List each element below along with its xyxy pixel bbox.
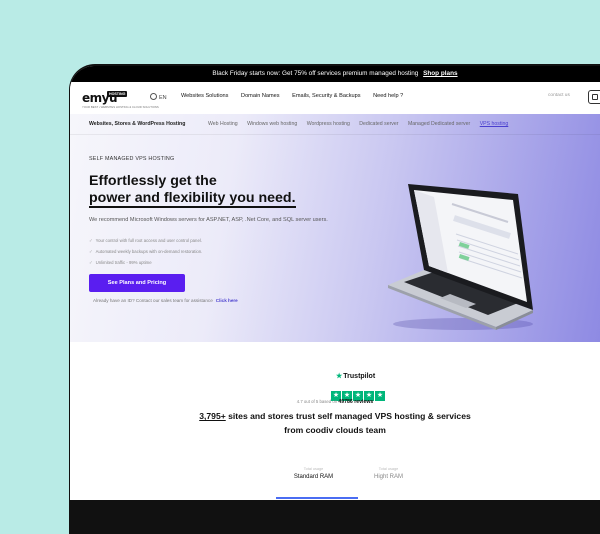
stat-text-2: from coodiv clouds team — [284, 425, 386, 435]
stat-text: sites and stores trust self managed VPS … — [228, 411, 471, 421]
tab-label: Standard RAM — [293, 474, 334, 480]
language-label: EN — [159, 95, 167, 101]
headline-line-2: power and flexibility you need. — [89, 190, 296, 208]
rating-text: 4.7 out of 5 based on — [296, 399, 338, 404]
promo-text: Black Friday starts now: Get 75% off ser… — [212, 70, 419, 77]
trustpilot-brand: Trustpilot — [343, 373, 376, 380]
nav-item-emails-security[interactable]: Emails, Security & Backups — [292, 93, 360, 99]
nav-item-need-help[interactable]: Need help ? — [373, 93, 403, 99]
hero-section: Websites, Stores & WordPress Hosting Web… — [70, 114, 600, 342]
click-here-link[interactable]: Click here — [216, 298, 238, 303]
browser-screen: Black Friday starts now: Get 75% off ser… — [70, 66, 600, 500]
cta-note-text: Already have an ID? Contact our sales te… — [93, 298, 213, 303]
subnav-links: Web Hosting Windows web hosting Wordpres… — [208, 121, 516, 127]
headline-line-1: Effortlessly get the — [89, 173, 217, 189]
trustpilot-star-icon: ★ — [336, 373, 343, 380]
hero-headline: Effortlessly get the power and flexibili… — [89, 173, 389, 208]
hero-bullets: Your control with full root access and u… — [89, 235, 203, 268]
trustpilot-rating: 4.7 out of 5 based on 49786 reviews — [70, 399, 600, 405]
trust-statement: 3,795+ sites and stores trust self manag… — [70, 409, 600, 437]
laptop-image — [388, 184, 533, 330]
see-plans-button[interactable]: See Plans and Pricing — [89, 274, 185, 292]
logo-tagline: YOUR BEST • WEBSITES HOSTING & CLOUD SOL… — [82, 105, 159, 109]
hero-description: We recommend Microsoft Windows servers f… — [89, 217, 328, 223]
subnav-item-vps-hosting[interactable]: VPS hosting — [480, 121, 509, 127]
subnav-item-wordpress-hosting[interactable]: Wordpress hosting — [307, 121, 350, 127]
bullet-item: Automated weekly backups with on-demand … — [89, 246, 203, 257]
nav-item-websites-solutions[interactable]: Websites Solutions — [181, 93, 228, 99]
laptop-illustration — [368, 182, 538, 332]
hero-eyebrow: SELF MANAGED VPS HOSTING — [89, 156, 175, 162]
logo-badge: HOSTING — [107, 91, 128, 97]
bullet-item: Unlimited traffic - 99% uptime — [89, 257, 202, 268]
cta-note: Already have an ID? Contact our sales te… — [93, 298, 238, 303]
account-button[interactable] — [588, 90, 600, 104]
main-nav: emyu HOSTING YOUR BEST • WEBSITES HOSTIN… — [70, 82, 600, 115]
promo-bar: Black Friday starts now: Get 75% off ser… — [70, 66, 600, 82]
shop-plans-link[interactable]: Shop plans — [423, 70, 457, 77]
tab-caption: Total usage — [303, 467, 324, 471]
sub-nav: Websites, Stores & WordPress Hosting Web… — [70, 114, 600, 135]
subnav-item-dedicated-server[interactable]: Dedicated server — [359, 121, 398, 127]
contact-link[interactable]: contact us — [548, 93, 570, 98]
stat-number: 3,795+ — [199, 411, 226, 421]
subnav-title: Websites, Stores & WordPress Hosting — [89, 121, 186, 127]
trust-section: ★Trustpilot ★ ★ ★ ★ ★ 4.7 out of 5 based on … — [70, 342, 600, 500]
ram-tabs: Total usage Standard RAM Total usage Hig… — [276, 467, 426, 500]
trustpilot-logo[interactable]: ★Trustpilot — [336, 372, 375, 380]
bullet-item: Your control with full root access and u… — [89, 235, 202, 246]
tab-standard-ram[interactable]: Total usage Standard RAM — [276, 467, 351, 480]
tab-hight-ram[interactable]: Total usage Hight RAM — [351, 467, 426, 480]
globe-icon — [150, 93, 157, 100]
reviews-count[interactable]: 49786 reviews — [338, 399, 373, 405]
subnav-item-web-hosting[interactable]: Web Hosting — [208, 121, 238, 127]
tab-caption: Total usage — [378, 467, 399, 471]
nav-item-domain-names[interactable]: Domain Names — [241, 93, 280, 99]
language-selector[interactable]: EN — [150, 93, 167, 101]
active-tab-indicator — [276, 497, 358, 499]
subnav-item-windows-hosting[interactable]: Windows web hosting — [247, 121, 297, 127]
subnav-item-managed-dedicated[interactable]: Managed Dedicated server — [408, 121, 470, 127]
tab-label: Hight RAM — [373, 474, 403, 480]
nav-menu: Websites Solutions Domain Names Emails, … — [181, 93, 414, 99]
